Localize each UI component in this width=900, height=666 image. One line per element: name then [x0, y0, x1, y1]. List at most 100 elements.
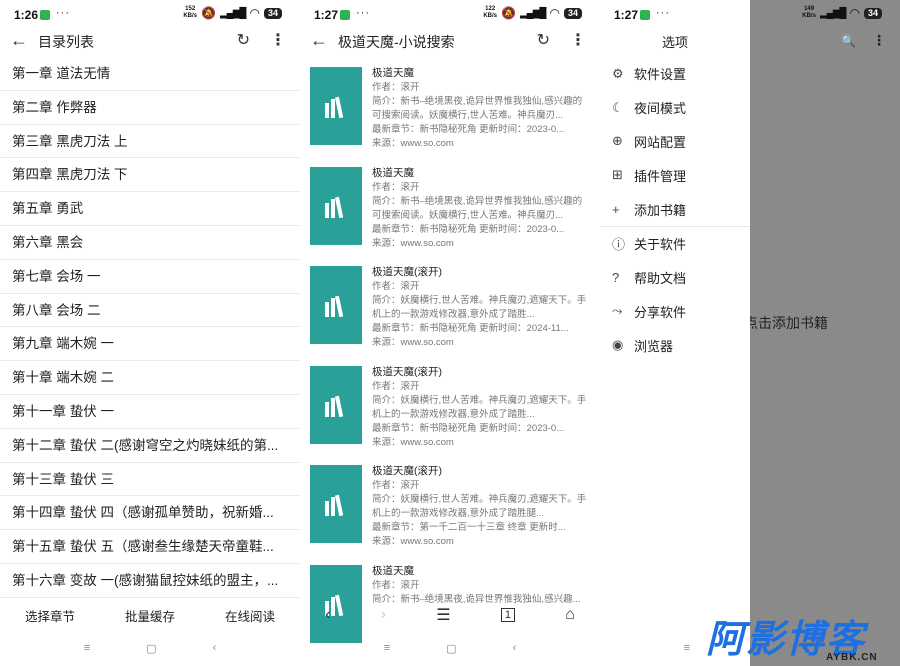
menu-item-label: 插件管理	[634, 168, 687, 184]
status-time: 1:27	[614, 8, 651, 22]
book-cover	[310, 365, 362, 444]
back-nav-icon[interactable]: ‹	[513, 642, 517, 654]
search-icon: 🔍	[841, 34, 856, 48]
status-right: 122 KB/s 🔕 ▂▄▆█ ◠ 34	[483, 6, 582, 20]
grid-icon: ⊞	[612, 167, 623, 183]
result-latest: 最新章节：第一千二百一十三章 终章 更新时...	[372, 522, 566, 533]
menu-icon[interactable]: ☰	[436, 605, 450, 625]
add-book-hint: 点击添加书籍	[744, 315, 828, 331]
search-result[interactable]: 极道天魔(滚开) 作者：滚开 简介：妖魔横行,世人苦难。神兵魔刃,遮耀天下。手机上的…	[300, 359, 600, 459]
menu-item[interactable]: ⤳ 分享软件	[600, 295, 750, 329]
bottom-tab[interactable]: 批量缓存	[125, 606, 175, 625]
menu-item-label: 分享软件	[634, 304, 687, 320]
menu-item-label: 浏览器	[634, 338, 674, 354]
status-bar: 1:26 ··· 152 KB/s 🔕 ▂▄▆█ ◠ 34	[0, 0, 300, 28]
chapter-item[interactable]: 第七章 会场 一	[0, 260, 300, 294]
result-title: 极道天魔(滚开)	[372, 266, 442, 278]
chapter-item[interactable]: 第八章 会场 二	[0, 294, 300, 328]
tabs-count-icon[interactable]: 1	[500, 608, 515, 622]
result-title: 极道天魔	[372, 564, 414, 577]
chapter-item[interactable]: 第十三章 蛰伏 三	[0, 463, 300, 497]
drawer-menu: ⚙ 软件设置 ☾ 夜间模式 ⊕ 网站配置 ⊞ 插件管理 + 添加书籍 ⓘ 关于软件? 帮助文档 ⤳ 分享软件…	[600, 57, 750, 362]
search-result[interactable]: 极道天魔 作者：滚开 简介：新书–绝境黑夜,诡异世界惟我独仙,感兴趣的可搜索阅读。妖…	[300, 60, 600, 160]
search-result[interactable]: 极道天魔(滚开) 作者：滚开 简介：妖魔横行,世人苦难。神兵魔刃,遮耀天下。手机上的…	[300, 259, 600, 359]
result-author: 作者：滚开	[372, 480, 420, 491]
battery-icon: 34	[263, 7, 282, 19]
result-author: 作者：滚开	[372, 579, 420, 591]
result-title: 极道天魔(滚开)	[372, 465, 442, 477]
bottom-tab[interactable]: 在线阅读	[225, 606, 275, 625]
chapter-item[interactable]: 第十四章 蛰伏 四（感谢孤单赞助，祝新婚...	[0, 496, 300, 531]
home-nav-icon[interactable]: ▢	[146, 642, 156, 655]
menu-item[interactable]: ? 帮助文档	[600, 261, 750, 295]
chapter-item[interactable]: 第三章 黑虎刀法 上	[0, 125, 300, 159]
signal-icon: ▂▄▆█	[819, 7, 847, 19]
menu-item[interactable]: ⊕ 网站配置	[600, 125, 750, 159]
chapter-item[interactable]: 第六章 黑会	[0, 226, 300, 260]
menu-item-label: 软件设置	[634, 67, 687, 83]
back-icon[interactable]: ‹	[325, 606, 330, 624]
menu-item[interactable]: ☾ 夜间模式	[600, 91, 750, 125]
menu-item-label: 网站配置	[634, 134, 687, 150]
chapter-item[interactable]: 第二章 作弊器	[0, 91, 300, 125]
result-intro: 简介：新书–绝境黑夜,诡异世界惟我独仙,感兴趣的可搜索阅读。妖魔横行,世人苦难。…	[372, 195, 583, 221]
menu-nav-icon[interactable]: ≡	[384, 642, 390, 654]
back-nav-icon[interactable]: ‹	[213, 642, 217, 654]
books-icon	[325, 196, 344, 218]
book-cover	[310, 166, 362, 245]
result-title: 极道天魔	[372, 67, 414, 79]
refresh-icon[interactable]: ↻	[537, 30, 550, 50]
status-dots: ···	[56, 7, 70, 19]
menu-item[interactable]: ⊞ 插件管理	[600, 158, 750, 192]
bottom-tab[interactable]: 选择章节	[25, 606, 75, 625]
menu-nav-icon[interactable]: ≡	[84, 642, 90, 654]
plus-icon: +	[612, 201, 620, 217]
status-bar: 1:27 ··· 122 KB/s 🔕 ▂▄▆█ ◠ 34	[300, 0, 600, 28]
chapter-item[interactable]: 第四章 黑虎刀法 下	[0, 158, 300, 193]
books-icon	[325, 395, 344, 417]
books-icon	[325, 295, 344, 318]
dim-overlay[interactable]: 🔍 ⋮ 点击添加书籍	[744, 0, 900, 666]
menu-item-label: 关于软件	[634, 237, 687, 253]
search-result[interactable]: 极道天魔 作者：滚开 简介：新书–绝境黑夜,诡异世界惟我独仙,感兴趣的可搜索阅读。妖…	[300, 160, 600, 260]
menu-item[interactable]: ⓘ 关于软件	[600, 227, 750, 261]
search-result[interactable]: 极道天魔(滚开) 作者：滚开 简介：妖魔横行,世人苦难。神兵魔刃,遮耀天下。手机上的…	[300, 458, 600, 558]
menu-item[interactable]: + 添加书籍	[600, 192, 750, 226]
battery-icon: 34	[863, 7, 882, 19]
book-cover	[310, 67, 362, 145]
chapter-list-screen: 1:26 ··· 152 KB/s 🔕 ▂▄▆█ ◠ 34 ← 目录列表 ↻ ⋮ …	[0, 0, 300, 666]
notification-badge-icon	[640, 10, 651, 20]
chapter-item[interactable]: 第十五章 蛰伏 五（感谢叁生缘楚天帝童鞋...	[0, 530, 300, 564]
chapter-item[interactable]: 第十六章 变故 一(感谢猫鼠控妹纸的盟主，...	[0, 564, 300, 598]
chapter-item[interactable]: 第十章 端木婉 二	[0, 361, 300, 395]
home-nav-icon[interactable]: ▢	[446, 642, 456, 655]
result-title: 极道天魔	[372, 166, 414, 179]
menu-item[interactable]: ⚙ 软件设置	[600, 57, 750, 91]
refresh-icon[interactable]: ↻	[237, 30, 250, 50]
bottom-tab-bar: 选择章节 批量缓存 在线阅读	[0, 598, 300, 632]
chapter-item[interactable]: 第九章 端木婉 一	[0, 327, 300, 362]
more-vertical-icon[interactable]: ⋮	[570, 30, 586, 50]
chapter-item[interactable]: 第一章 道法无情	[0, 57, 300, 91]
back-arrow-icon[interactable]: ←	[10, 30, 28, 50]
chapter-item[interactable]: 第十一章 蛰伏 一	[0, 395, 300, 429]
options-drawer: 1:27 ··· 选项 ⚙ 软件设置 ☾ 夜间模式 ⊕ 网站配置 ⊞ 插件管理 + 添加书籍 ⓘ 关于…	[600, 0, 750, 666]
chapter-list: 第一章 道法无情 第二章 作弊器 第三章 黑虎刀法 上第四章 黑虎刀法 下第五章 勇…	[0, 57, 300, 598]
back-arrow-icon[interactable]: ←	[310, 30, 328, 50]
menu-item[interactable]: ◉ 浏览器	[600, 328, 750, 362]
status-time: 1:26	[14, 8, 51, 22]
home-icon[interactable]: ⌂	[565, 606, 575, 624]
more-vertical-icon[interactable]: ⋮	[270, 30, 286, 50]
result-text: 极道天魔 作者：滚开 简介：新书–绝境黑夜,诡异世界惟我独仙,感兴趣的可搜索阅读。妖…	[372, 166, 590, 251]
app-bar: ← 目录列表 ↻ ⋮	[0, 28, 300, 54]
result-source: 来源：www.so.com	[372, 536, 454, 547]
forward-icon[interactable]: ›	[381, 606, 386, 624]
wifi-icon: ◠	[549, 6, 560, 20]
status-bar-right: 149 KB/s ▂▄▆█ ◠ 34	[750, 0, 900, 28]
search-results-screen: 1:27 ··· 122 KB/s 🔕 ▂▄▆█ ◠ 34 ← 极道天魔-小说搜索…	[300, 0, 600, 666]
chapter-item[interactable]: 第十二章 蛰伏 二(感谢穹空之灼晓妹纸的第...	[0, 429, 300, 463]
chapter-item[interactable]: 第五章 勇武	[0, 192, 300, 226]
result-text: 极道天魔 作者：滚开 简介：新书–绝境黑夜,诡异世界惟我独仙,感兴趣的可搜索阅读。妖…	[372, 66, 590, 151]
menu-nav-icon[interactable]: ≡	[684, 642, 690, 654]
book-cover	[310, 266, 362, 344]
